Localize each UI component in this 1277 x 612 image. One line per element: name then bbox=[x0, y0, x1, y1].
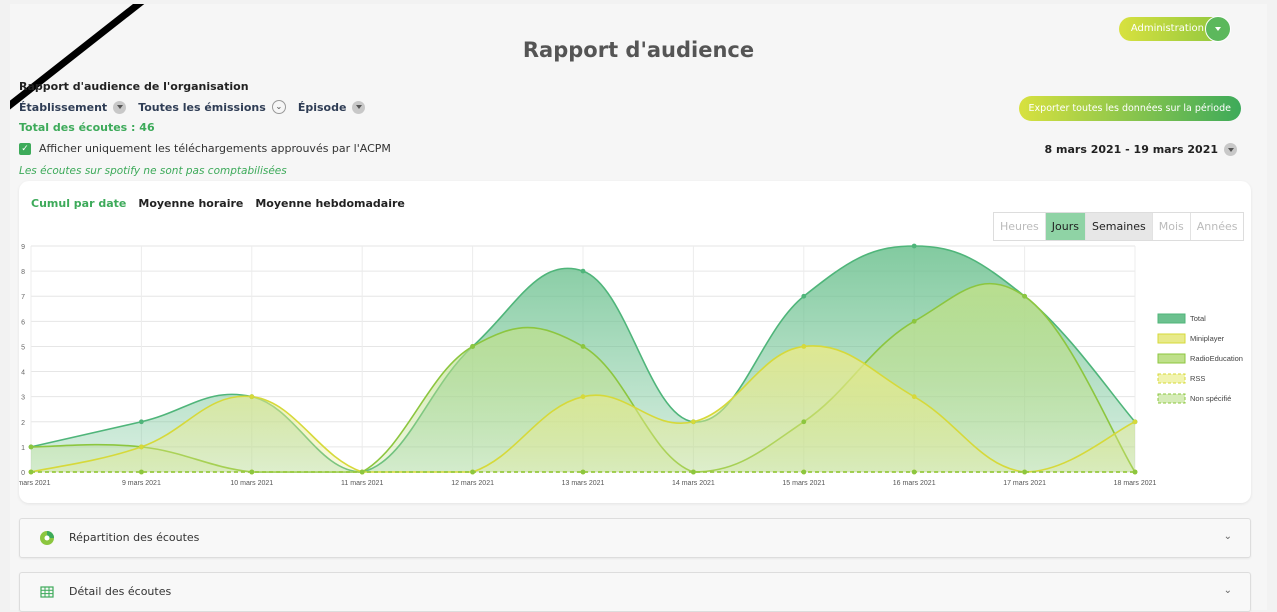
data-point bbox=[911, 318, 917, 324]
data-point bbox=[911, 243, 917, 249]
legend-swatch bbox=[1157, 313, 1186, 324]
x-tick-label: 15 mars 2021 bbox=[782, 480, 825, 487]
x-tick-label: 8 mars 2021 bbox=[19, 480, 51, 487]
filters-bar: Établissement Toutes les émissions ⌄ Épi… bbox=[19, 100, 366, 114]
data-point bbox=[470, 469, 475, 475]
filter-label: Épisode bbox=[297, 100, 347, 114]
accordion-repartition[interactable]: Répartition des écoutes ⌄ bbox=[19, 518, 1251, 558]
data-point bbox=[801, 469, 807, 475]
legend-label: RadioEducation bbox=[1190, 354, 1243, 363]
chart-card: Cumul par date Moyenne horaire Moyenne h… bbox=[19, 181, 1251, 503]
data-point bbox=[1132, 469, 1138, 475]
dropdown-caret-icon bbox=[113, 100, 127, 114]
data-point bbox=[28, 469, 34, 475]
acpm-label: Afficher uniquement les téléchargements … bbox=[39, 142, 391, 155]
y-tick-label: 0 bbox=[21, 470, 25, 477]
data-point bbox=[470, 344, 475, 349]
accordion-label: Détail des écoutes bbox=[69, 585, 172, 598]
data-point bbox=[139, 469, 144, 475]
acpm-checkbox[interactable]: ✓ bbox=[19, 142, 31, 155]
filter-emissions[interactable]: Toutes les émissions ⌄ bbox=[138, 100, 286, 114]
page: Administration Rapport d'audience Rappor… bbox=[10, 4, 1267, 612]
donut-chart-icon bbox=[40, 531, 54, 545]
y-tick-label: 1 bbox=[21, 445, 25, 452]
y-tick-label: 3 bbox=[21, 395, 25, 402]
chevron-down-icon: ⌄ bbox=[271, 100, 286, 114]
legend-swatch bbox=[1157, 393, 1186, 404]
data-point bbox=[911, 469, 917, 475]
y-tick-label: 8 bbox=[21, 269, 25, 276]
dropdown-caret-icon bbox=[352, 100, 366, 114]
data-point bbox=[1132, 419, 1138, 425]
y-tick-label: 9 bbox=[21, 244, 25, 251]
data-point bbox=[691, 419, 696, 425]
chevron-down-icon: ⌄ bbox=[1223, 585, 1232, 596]
x-tick-label: 16 mars 2021 bbox=[893, 480, 936, 487]
chevron-down-icon: ⌄ bbox=[1223, 531, 1232, 542]
data-point bbox=[139, 419, 144, 425]
date-range-picker[interactable]: 8 mars 2021 - 19 mars 2021 bbox=[1045, 143, 1237, 156]
accordion-label: Répartition des écoutes bbox=[69, 531, 200, 544]
acpm-filter[interactable]: ✓ Afficher uniquement les téléchargement… bbox=[19, 142, 391, 155]
legend-swatch bbox=[1157, 373, 1186, 384]
data-point bbox=[911, 394, 917, 400]
y-tick-label: 5 bbox=[21, 344, 25, 351]
x-tick-label: 12 mars 2021 bbox=[451, 480, 494, 487]
x-tick-label: 13 mars 2021 bbox=[562, 480, 605, 487]
y-tick-label: 7 bbox=[21, 294, 25, 301]
page-title: Rapport d'audience bbox=[522, 38, 755, 62]
filter-episode[interactable]: Épisode bbox=[298, 100, 366, 114]
dropdown-caret-icon bbox=[1224, 143, 1237, 156]
data-point bbox=[580, 469, 586, 475]
data-point bbox=[801, 293, 807, 299]
date-range-label: 8 mars 2021 - 19 mars 2021 bbox=[1044, 143, 1218, 156]
spotify-note: Les écoutes sur spotify ne sont pas comp… bbox=[19, 165, 287, 177]
data-point bbox=[580, 268, 586, 274]
data-point bbox=[249, 469, 255, 475]
legend-swatch bbox=[1157, 333, 1186, 344]
legend-label: Miniplayer bbox=[1190, 334, 1225, 343]
administration-label: Administration bbox=[1130, 23, 1204, 34]
x-tick-label: 10 mars 2021 bbox=[230, 480, 273, 487]
table-grid-icon bbox=[40, 586, 54, 598]
data-point bbox=[580, 394, 586, 400]
y-tick-label: 6 bbox=[21, 319, 25, 326]
data-point bbox=[1022, 293, 1027, 299]
total-listens: Total des écoutes : 46 bbox=[19, 121, 155, 134]
data-point bbox=[801, 419, 807, 425]
legend-label: Total bbox=[1190, 314, 1206, 323]
data-point bbox=[691, 469, 696, 475]
accordion-detail[interactable]: Détail des écoutes ⌄ bbox=[19, 572, 1251, 612]
filter-label: Toutes les émissions bbox=[138, 100, 266, 114]
data-point bbox=[28, 444, 34, 450]
legend-label: Non spécifié bbox=[1190, 394, 1231, 403]
data-point bbox=[1022, 469, 1027, 475]
x-tick-label: 9 mars 2021 bbox=[122, 480, 161, 487]
x-tick-label: 14 mars 2021 bbox=[672, 480, 715, 487]
export-button[interactable]: Exporter toutes les données sur la pério… bbox=[1018, 96, 1241, 121]
data-point bbox=[580, 344, 586, 349]
x-tick-label: 11 mars 2021 bbox=[341, 480, 383, 487]
x-tick-label: 17 mars 2021 bbox=[1003, 480, 1046, 487]
y-tick-label: 2 bbox=[21, 420, 25, 427]
x-tick-label: 18 mars 2021 bbox=[1114, 480, 1157, 487]
data-point bbox=[249, 394, 255, 400]
filter-label: Établissement bbox=[19, 100, 108, 114]
data-point bbox=[139, 444, 144, 450]
legend-swatch bbox=[1157, 353, 1186, 364]
legend-label: RSS bbox=[1190, 374, 1205, 383]
org-report-title: Rapport d'audience de l'organisation bbox=[19, 80, 249, 93]
filter-etablissement[interactable]: Établissement bbox=[19, 100, 127, 114]
audience-chart: 0 1 2 3 4 5 6 7 8 9 8 mars 2021 9 mars 2021 10 mars … bbox=[19, 243, 1243, 487]
data-point bbox=[801, 344, 807, 349]
y-tick-label: 4 bbox=[21, 370, 25, 377]
data-point bbox=[359, 469, 365, 475]
